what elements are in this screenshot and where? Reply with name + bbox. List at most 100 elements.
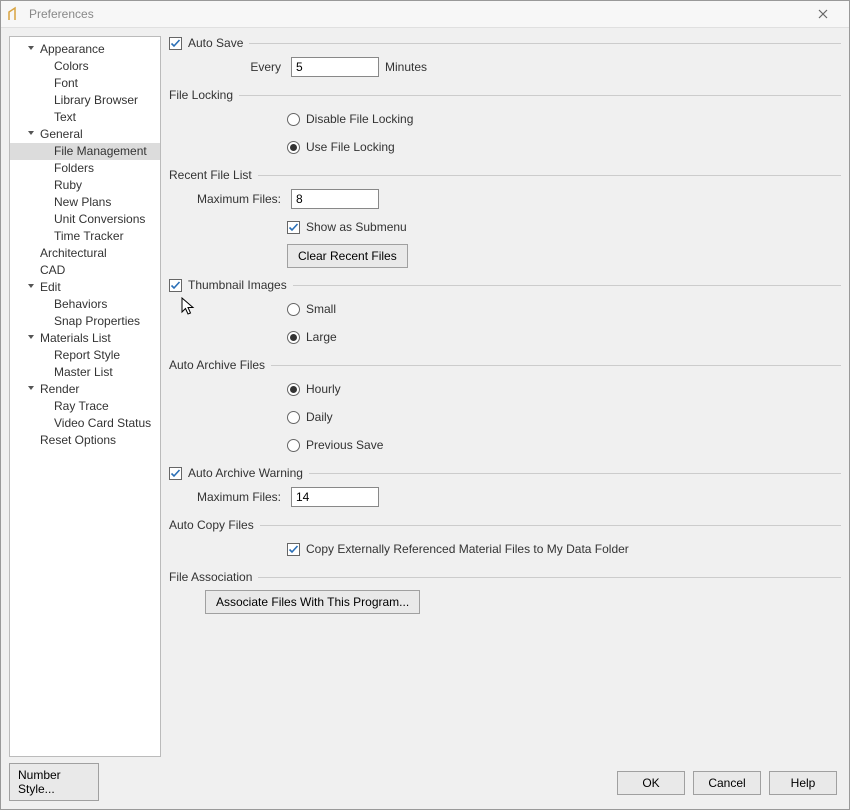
cancel-button[interactable]: Cancel (693, 771, 761, 795)
file-management-panel: Auto Save Every Minutes File Locki (169, 36, 841, 765)
rule (239, 95, 841, 96)
expand-icon[interactable] (24, 41, 38, 58)
section-thumbnail-images: Thumbnail Images Small Large (169, 278, 841, 348)
tree-item-label: Render (38, 381, 79, 398)
option-label: Copy Externally Referenced Material File… (306, 542, 629, 556)
tree-item[interactable]: Ray Trace (10, 398, 160, 415)
titlebar: Preferences (1, 1, 849, 28)
auto-save-minutes-input[interactable] (291, 57, 379, 77)
section-title: File Locking (169, 88, 233, 102)
tree-item-label: Master List (52, 364, 113, 381)
archive-previous-save-radio[interactable] (287, 439, 300, 452)
thumbnail-large-radio[interactable] (287, 331, 300, 344)
tree-item[interactable]: Architectural (10, 245, 160, 262)
section-file-association: File Association Associate Files With Th… (169, 570, 841, 614)
tree-item-label: Video Card Status (52, 415, 151, 432)
tree-item-label: Edit (38, 279, 61, 296)
option-label: Large (306, 330, 337, 344)
tree-item[interactable]: Time Tracker (10, 228, 160, 245)
tree-item[interactable]: Folders (10, 160, 160, 177)
archive-daily-radio[interactable] (287, 411, 300, 424)
auto-archive-warning-checkbox[interactable] (169, 467, 182, 480)
rule (271, 365, 841, 366)
copy-external-materials-checkbox[interactable] (287, 543, 300, 556)
tree-item[interactable]: Library Browser (10, 92, 160, 109)
tree-item-label: Report Style (52, 347, 120, 364)
number-style-button[interactable]: Number Style... (9, 763, 99, 801)
tree-item[interactable]: CAD (10, 262, 160, 279)
tree-item[interactable]: Edit (10, 279, 160, 296)
tree-item-label: Ray Trace (52, 398, 109, 415)
tree-item[interactable]: Unit Conversions (10, 211, 160, 228)
sidebar: AppearanceColorsFontLibrary BrowserTextG… (9, 36, 161, 801)
archive-hourly-radio[interactable] (287, 383, 300, 396)
preferences-window: Preferences AppearanceColorsFontLibrary … (0, 0, 850, 810)
tree-item[interactable]: Appearance (10, 41, 160, 58)
recent-max-files-input[interactable] (291, 189, 379, 209)
tree-item[interactable]: New Plans (10, 194, 160, 211)
ok-button[interactable]: OK (617, 771, 685, 795)
help-button[interactable]: Help (769, 771, 837, 795)
tree-item-label: Colors (52, 58, 89, 75)
show-as-submenu-checkbox[interactable] (287, 221, 300, 234)
section-title: Auto Archive Files (169, 358, 265, 372)
auto-save-checkbox[interactable] (169, 37, 182, 50)
tree-item-label: Architectural (38, 245, 107, 262)
use-file-locking-radio[interactable] (287, 141, 300, 154)
tree-item[interactable]: Video Card Status (10, 415, 160, 432)
expand-icon[interactable] (24, 126, 38, 143)
max-files-label: Maximum Files: (169, 490, 285, 504)
option-label: Daily (306, 410, 333, 424)
tree-item-label: Folders (52, 160, 94, 177)
tree-item[interactable]: Master List (10, 364, 160, 381)
expand-icon[interactable] (24, 381, 38, 398)
window-title: Preferences (29, 7, 803, 21)
tree-item[interactable]: Snap Properties (10, 313, 160, 330)
section-auto-archive-warning: Auto Archive Warning Maximum Files: (169, 466, 841, 508)
associate-files-button[interactable]: Associate Files With This Program... (205, 590, 420, 614)
option-label: Disable File Locking (306, 112, 413, 126)
rule (293, 285, 841, 286)
tree-item[interactable]: Behaviors (10, 296, 160, 313)
tree-item[interactable]: Reset Options (10, 432, 160, 449)
rule (249, 43, 841, 44)
archive-max-files-input[interactable] (291, 487, 379, 507)
option-label: Use File Locking (306, 140, 395, 154)
option-label: Show as Submenu (306, 220, 407, 234)
expand-icon[interactable] (24, 279, 38, 296)
section-title: Thumbnail Images (188, 278, 287, 292)
option-label: Small (306, 302, 336, 316)
section-title: File Association (169, 570, 252, 584)
preferences-tree[interactable]: AppearanceColorsFontLibrary BrowserTextG… (9, 36, 161, 757)
expand-icon[interactable] (24, 330, 38, 347)
thumbnail-small-radio[interactable] (287, 303, 300, 316)
tree-item[interactable]: Report Style (10, 347, 160, 364)
tree-item[interactable]: Materials List (10, 330, 160, 347)
rule (258, 577, 841, 578)
tree-item-label: Unit Conversions (52, 211, 145, 228)
tree-item[interactable]: Render (10, 381, 160, 398)
tree-item[interactable]: General (10, 126, 160, 143)
tree-item-label: Library Browser (52, 92, 138, 109)
dialog-footer: OK Cancel Help (169, 765, 841, 801)
option-label: Hourly (306, 382, 341, 396)
thumbnail-images-checkbox[interactable] (169, 279, 182, 292)
tree-item-label: Behaviors (52, 296, 107, 313)
tree-item[interactable]: Text (10, 109, 160, 126)
tree-item[interactable]: Ruby (10, 177, 160, 194)
tree-item[interactable]: Font (10, 75, 160, 92)
tree-item-label: New Plans (52, 194, 111, 211)
rule (258, 175, 841, 176)
tree-item-label: Appearance (38, 41, 105, 58)
clear-recent-files-button[interactable]: Clear Recent Files (287, 244, 408, 268)
tree-item-label: File Management (52, 143, 147, 160)
tree-item-label: Materials List (38, 330, 111, 347)
tree-item[interactable]: File Management (10, 143, 160, 160)
tree-item-label: CAD (38, 262, 65, 279)
disable-file-locking-radio[interactable] (287, 113, 300, 126)
tree-item-label: Ruby (52, 177, 82, 194)
close-icon[interactable] (803, 6, 843, 22)
content: Auto Save Every Minutes File Locki (169, 36, 841, 801)
tree-item[interactable]: Colors (10, 58, 160, 75)
section-file-locking: File Locking Disable File Locking Use Fi… (169, 88, 841, 158)
